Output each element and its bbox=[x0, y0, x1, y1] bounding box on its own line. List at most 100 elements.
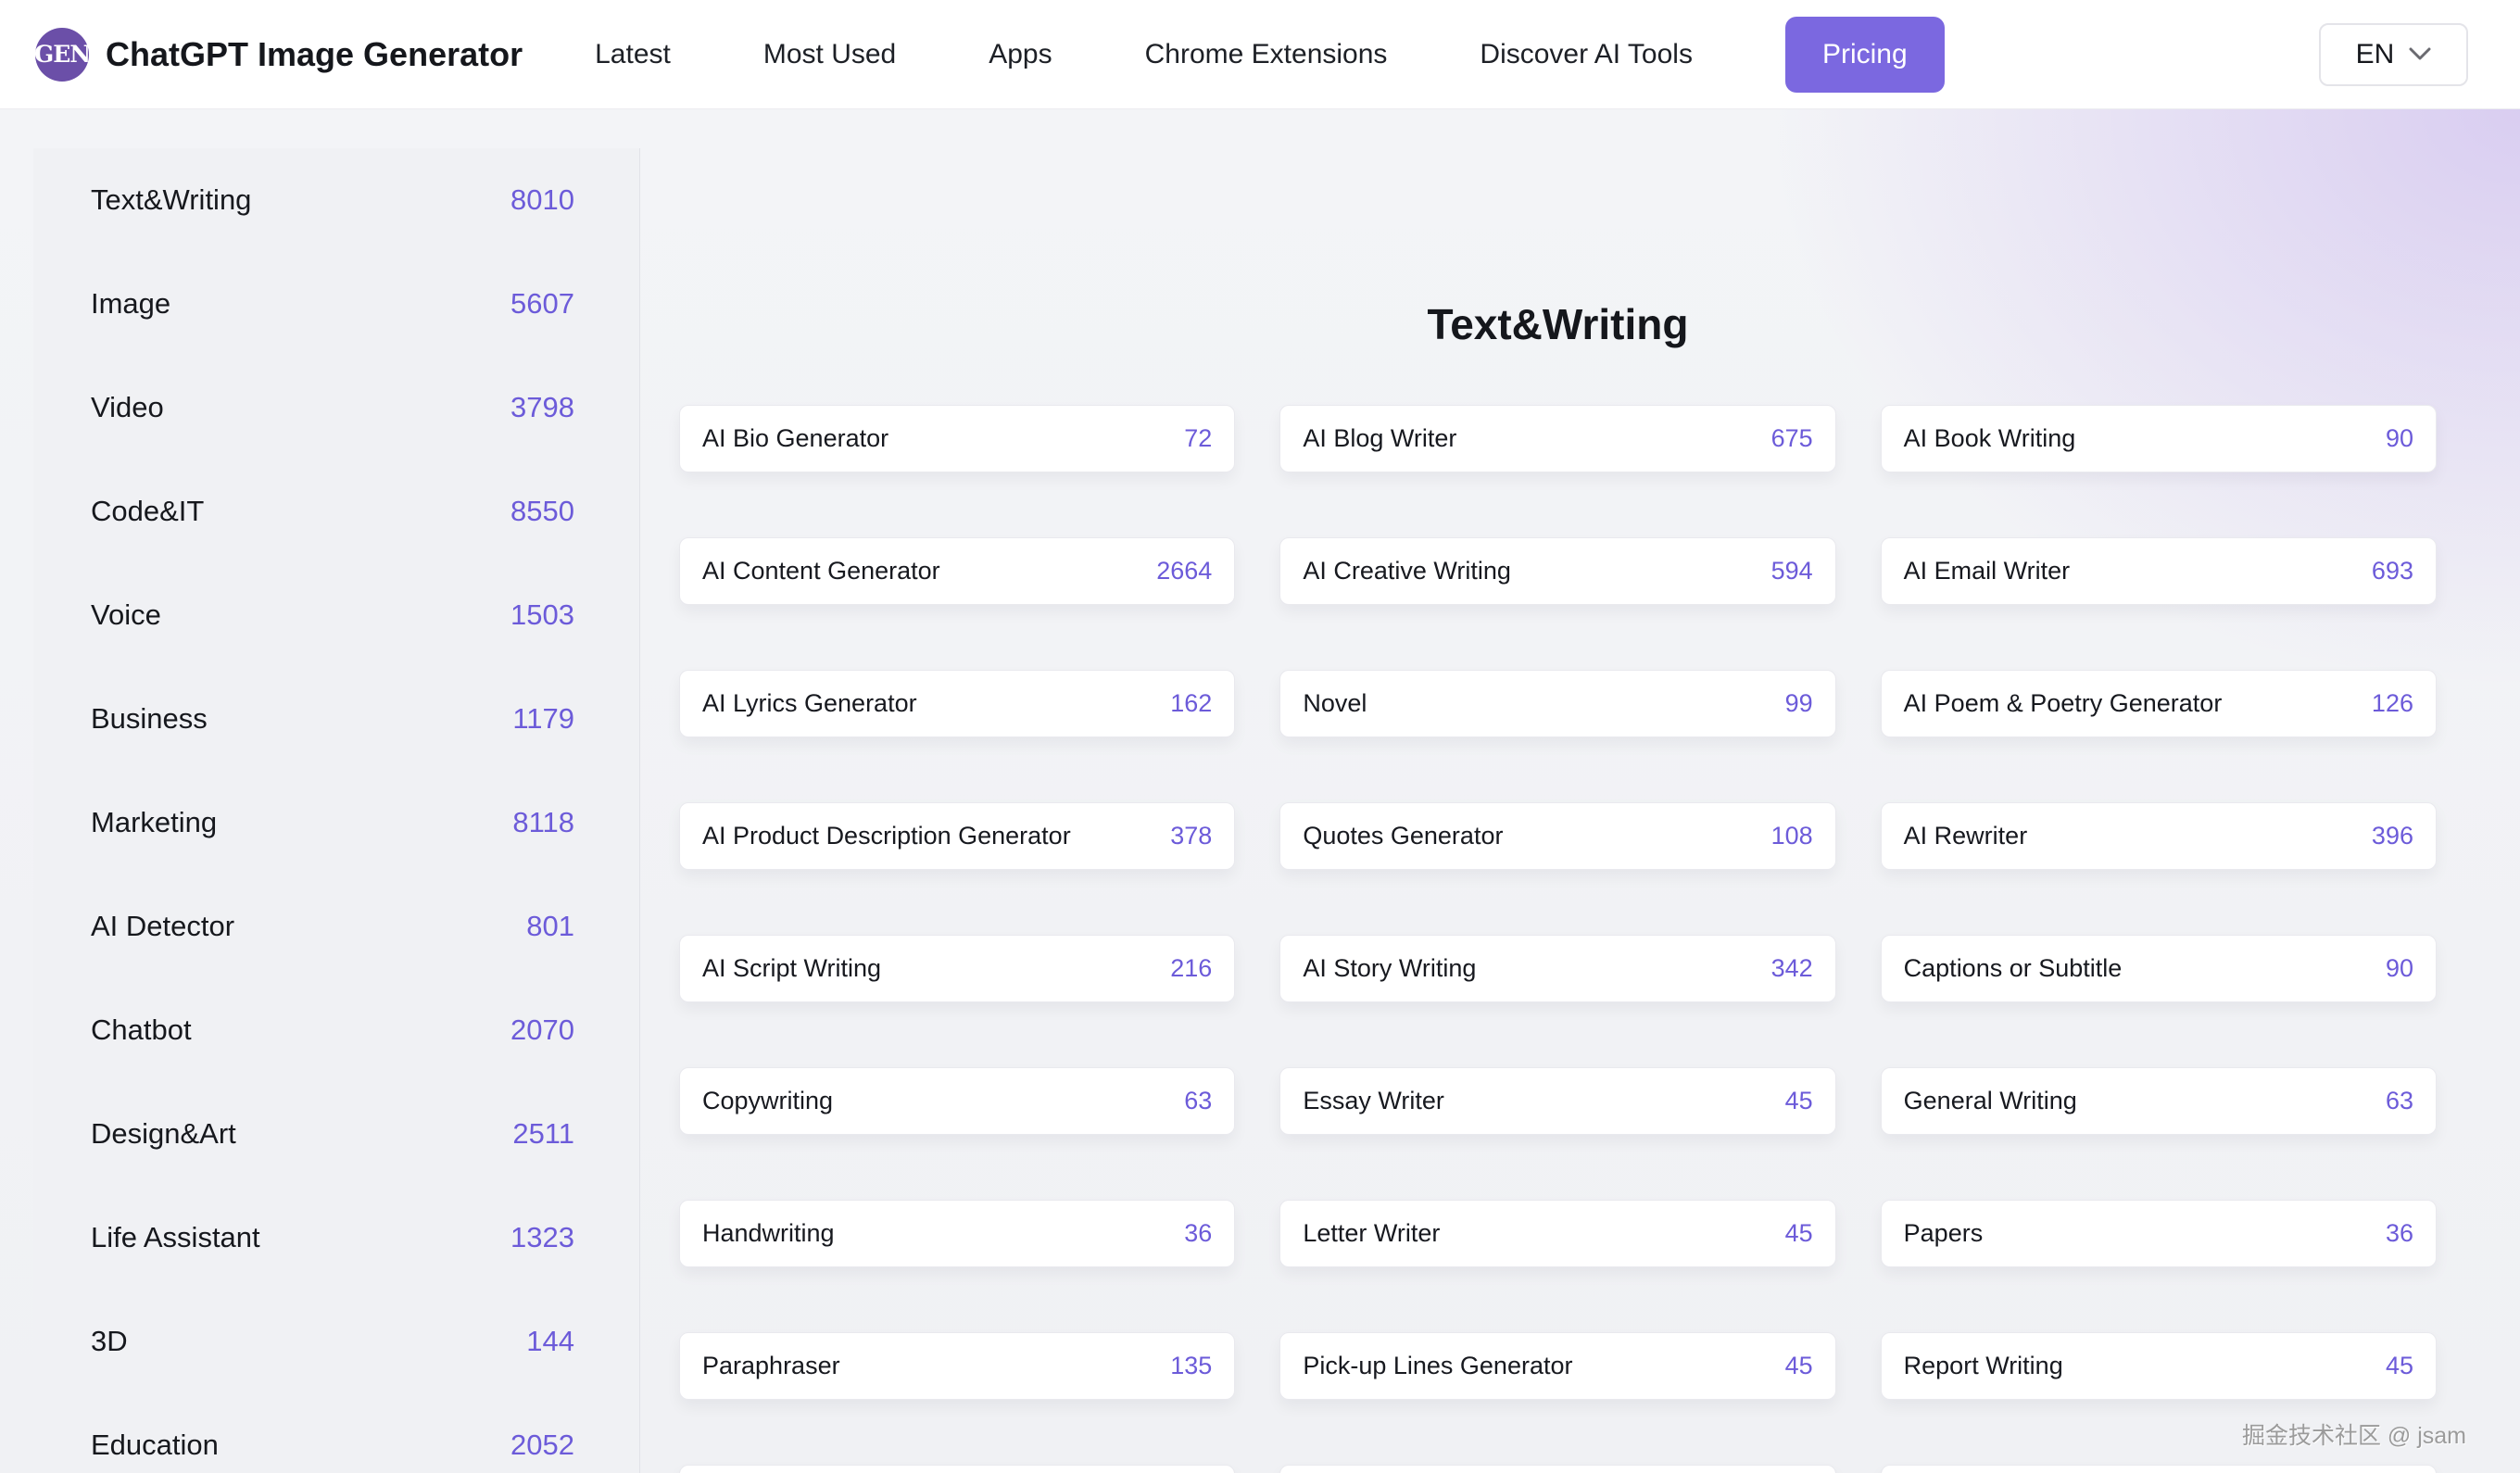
tool-name: AI Bio Generator bbox=[702, 424, 888, 453]
category-count: 2052 bbox=[510, 1429, 574, 1462]
tool-name: Essay Writer bbox=[1303, 1087, 1444, 1115]
category-count: 3798 bbox=[510, 391, 574, 424]
category-count: 1503 bbox=[510, 598, 574, 632]
category-count: 2070 bbox=[510, 1013, 574, 1047]
category-count: 1323 bbox=[510, 1221, 574, 1254]
tool-card[interactable]: General Writing 63 bbox=[1881, 1067, 2437, 1135]
sidebar-category-item[interactable]: Code&IT 8550 bbox=[33, 460, 639, 563]
tool-name: AI Lyrics Generator bbox=[702, 689, 917, 718]
tool-card[interactable]: AI Poem & Poetry Generator 126 bbox=[1881, 670, 2437, 737]
tool-count: 45 bbox=[2386, 1352, 2413, 1380]
sidebar-category-item[interactable]: Life Assistant 1323 bbox=[33, 1186, 639, 1290]
sidebar-category-item[interactable]: Design&Art 2511 bbox=[33, 1082, 639, 1186]
tool-name: AI Poem & Poetry Generator bbox=[1904, 689, 2223, 718]
watermark-text: 掘金技术社区 @ jsam bbox=[2242, 1417, 2466, 1451]
tool-count: 90 bbox=[2386, 954, 2413, 983]
category-label: AI Detector bbox=[91, 910, 234, 943]
logo-gen-icon[interactable]: GEN bbox=[35, 28, 89, 82]
sidebar-category-item[interactable]: AI Detector 801 bbox=[33, 875, 639, 978]
tool-name: AI Rewriter bbox=[1904, 822, 2028, 850]
category-label: Chatbot bbox=[91, 1013, 192, 1047]
tool-card[interactable]: AI Creative Writing 594 bbox=[1279, 537, 1835, 605]
tool-card[interactable]: Papers 36 bbox=[1881, 1200, 2437, 1267]
category-label: Marketing bbox=[91, 806, 217, 839]
tool-card[interactable]: Pick-up Lines Generator 45 bbox=[1279, 1332, 1835, 1400]
tool-name: Pick-up Lines Generator bbox=[1303, 1352, 1572, 1380]
nav-link-label: Discover AI Tools bbox=[1480, 39, 1693, 69]
tool-card[interactable]: AI Lyrics Generator 162 bbox=[679, 670, 1235, 737]
tool-name: Captions or Subtitle bbox=[1904, 954, 2123, 983]
category-count: 144 bbox=[526, 1325, 574, 1358]
tool-card-partial[interactable] bbox=[1279, 1465, 1835, 1473]
nav-link[interactable]: Discover AI Tools bbox=[1480, 39, 1693, 70]
tool-card[interactable]: AI Product Description Generator 378 bbox=[679, 802, 1235, 870]
tool-name: Paraphraser bbox=[702, 1352, 840, 1380]
tool-card[interactable]: AI Script Writing 216 bbox=[679, 935, 1235, 1002]
tool-count: 342 bbox=[1771, 954, 1813, 983]
tool-card[interactable]: Quotes Generator 108 bbox=[1279, 802, 1835, 870]
tool-card[interactable]: Copywriting 63 bbox=[679, 1067, 1235, 1135]
tool-count: 216 bbox=[1170, 954, 1212, 983]
nav-link-label: Latest bbox=[595, 39, 671, 69]
nav-link[interactable]: Chrome Extensions bbox=[1145, 39, 1388, 70]
category-label: Life Assistant bbox=[91, 1221, 260, 1254]
sidebar-category-item[interactable]: Marketing 8118 bbox=[33, 771, 639, 875]
tool-count: 63 bbox=[1184, 1087, 1212, 1115]
main-nav: Latest Most Used Apps Chrome Extensions … bbox=[595, 39, 1693, 70]
sidebar-category-item[interactable]: Video 3798 bbox=[33, 356, 639, 460]
tool-card[interactable]: Novel 99 bbox=[1279, 670, 1835, 737]
sidebar-category-item[interactable]: Education 2052 bbox=[33, 1393, 639, 1473]
tool-count: 108 bbox=[1771, 822, 1813, 850]
pricing-button[interactable]: Pricing bbox=[1785, 17, 1945, 93]
tool-card[interactable]: AI Bio Generator 72 bbox=[679, 405, 1235, 472]
language-selector[interactable]: EN bbox=[2319, 23, 2468, 86]
tool-card[interactable]: Letter Writer 45 bbox=[1279, 1200, 1835, 1267]
tool-count: 45 bbox=[1785, 1352, 1813, 1380]
nav-link[interactable]: Apps bbox=[989, 39, 1052, 70]
tool-name: AI Story Writing bbox=[1303, 954, 1476, 983]
tool-card-partial[interactable] bbox=[1881, 1465, 2437, 1473]
tool-card[interactable]: AI Content Generator 2664 bbox=[679, 537, 1235, 605]
chevron-down-icon bbox=[2409, 47, 2431, 61]
page-content: Text&Writing 8010 Image 5607 Video 3798 … bbox=[0, 109, 2520, 1473]
category-count: 801 bbox=[526, 910, 574, 943]
tool-name: AI Script Writing bbox=[702, 954, 881, 983]
tool-card-partial[interactable] bbox=[679, 1465, 1235, 1473]
logo-text: GEN bbox=[34, 41, 90, 68]
nav-link[interactable]: Most Used bbox=[763, 39, 896, 70]
sidebar-category-item[interactable]: 3D 144 bbox=[33, 1290, 639, 1393]
sidebar-category-item[interactable]: Image 5607 bbox=[33, 252, 639, 356]
tool-count: 693 bbox=[2372, 557, 2413, 585]
category-label: Video bbox=[91, 391, 164, 424]
tool-card[interactable]: Captions or Subtitle 90 bbox=[1881, 935, 2437, 1002]
tool-name: AI Creative Writing bbox=[1303, 557, 1511, 585]
sidebar-category-item[interactable]: Text&Writing 8010 bbox=[33, 148, 639, 252]
category-label: Voice bbox=[91, 598, 161, 632]
nav-link-label: Most Used bbox=[763, 39, 896, 69]
tool-count: 675 bbox=[1771, 424, 1813, 453]
language-label: EN bbox=[2356, 39, 2395, 70]
tool-card[interactable]: AI Story Writing 342 bbox=[1279, 935, 1835, 1002]
sidebar-category-item[interactable]: Business 1179 bbox=[33, 667, 639, 771]
tool-card[interactable]: Essay Writer 45 bbox=[1279, 1067, 1835, 1135]
tool-card[interactable]: Paraphraser 135 bbox=[679, 1332, 1235, 1400]
tool-name: Copywriting bbox=[702, 1087, 833, 1115]
tool-count: 378 bbox=[1170, 822, 1212, 850]
tool-card[interactable]: AI Book Writing 90 bbox=[1881, 405, 2437, 472]
site-title: ChatGPT Image Generator bbox=[106, 35, 523, 74]
tool-card[interactable]: AI Blog Writer 675 bbox=[1279, 405, 1835, 472]
tool-name: AI Email Writer bbox=[1904, 557, 2071, 585]
tool-card[interactable]: AI Rewriter 396 bbox=[1881, 802, 2437, 870]
tool-count: 63 bbox=[2386, 1087, 2413, 1115]
sidebar-category-item[interactable]: Voice 1503 bbox=[33, 563, 639, 667]
category-label: Education bbox=[91, 1429, 219, 1462]
tool-card[interactable]: Report Writing 45 bbox=[1881, 1332, 2437, 1400]
tool-card[interactable]: AI Email Writer 693 bbox=[1881, 537, 2437, 605]
tool-card[interactable]: Handwriting 36 bbox=[679, 1200, 1235, 1267]
sidebar-category-item[interactable]: Chatbot 2070 bbox=[33, 978, 639, 1082]
tool-name: AI Blog Writer bbox=[1303, 424, 1456, 453]
tool-count: 2664 bbox=[1156, 557, 1212, 585]
category-label: Business bbox=[91, 702, 208, 736]
nav-link[interactable]: Latest bbox=[595, 39, 671, 70]
category-label: 3D bbox=[91, 1325, 128, 1358]
